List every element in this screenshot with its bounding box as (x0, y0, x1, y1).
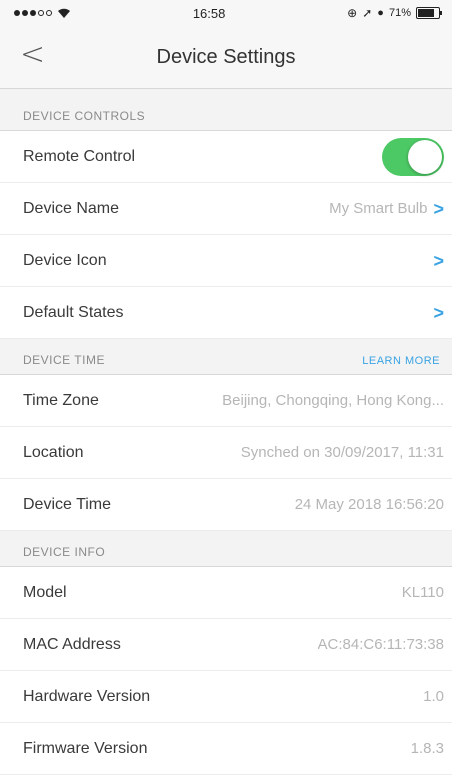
status-left (14, 8, 71, 19)
signal-strength-icon (14, 10, 52, 16)
mac-address-value: AC:84:C6:11:73:38 (317, 636, 444, 653)
section-title: DEVICE CONTROLS (23, 109, 146, 123)
row-model: Model KL110 (0, 567, 452, 619)
battery-percent: 71% (388, 7, 411, 19)
wifi-icon (58, 8, 70, 18)
row-device-time: Device Time 24 May 2018 16:56:20 (0, 479, 452, 531)
row-device-icon[interactable]: Device Icon > (0, 235, 452, 287)
firmware-version-value: 1.8.3 (410, 740, 444, 757)
row-device-name[interactable]: Device Name My Smart Bulb > (0, 183, 452, 235)
status-time: 16:58 (192, 5, 226, 21)
section-title: DEVICE INFO (23, 545, 106, 559)
battery-fill (417, 9, 434, 17)
section-header-device-controls: DEVICE CONTROLS (0, 89, 452, 131)
row-hardware-version: Hardware Version 1.0 (0, 671, 452, 723)
status-right: ⊕ ➚ ● 71% (347, 6, 442, 20)
row-time-zone[interactable]: Time Zone Beijing, Chongqing, Hong Kong.… (0, 375, 452, 427)
chevron-right-icon: > (433, 198, 444, 219)
location-icon: ➚ (362, 6, 373, 20)
device-name-value: My Smart Bulb (329, 200, 428, 217)
nav-bar: < Device Settings (0, 26, 452, 89)
learn-more-link[interactable]: LEARN MORE (362, 355, 440, 367)
row-label: Remote Control (23, 147, 136, 165)
remote-control-toggle[interactable] (382, 137, 444, 176)
row-right: My Smart Bulb > (329, 200, 444, 218)
row-firmware-version: Firmware Version 1.8.3 (0, 723, 452, 775)
row-mac-address: MAC Address AC:84:C6:11:73:38 (0, 619, 452, 671)
row-label: Location (23, 443, 84, 461)
time-zone-value: Beijing, Chongqing, Hong Kong... (222, 392, 444, 409)
row-remote-control: Remote Control (0, 131, 452, 183)
section-title: DEVICE TIME (23, 353, 105, 367)
row-label: MAC Address (23, 635, 121, 653)
chevron-right-icon: > (433, 302, 444, 323)
section-header-device-info: DEVICE INFO (0, 531, 452, 567)
page-title: Device Settings (156, 45, 296, 68)
location-value: Synched on 30/09/2017, 11:31 (240, 444, 444, 461)
row-label: Model (23, 583, 67, 601)
section-header-device-time: DEVICE TIME LEARN MORE (0, 339, 452, 375)
row-label: Default States (23, 303, 124, 321)
battery-icon (415, 7, 442, 19)
row-location[interactable]: Location Synched on 30/09/2017, 11:31 (0, 427, 452, 479)
row-label: Device Icon (23, 251, 107, 269)
model-value: KL110 (401, 584, 444, 601)
row-label: Device Name (23, 199, 120, 217)
row-label: Device Time (23, 495, 112, 513)
row-default-states[interactable]: Default States > (0, 287, 452, 339)
back-chevron-icon[interactable]: < (20, 40, 45, 70)
row-label: Hardware Version (23, 687, 151, 705)
row-label: Firmware Version (23, 739, 148, 757)
device-time-value: 24 May 2018 16:56:20 (294, 496, 444, 513)
toggle-knob (408, 139, 442, 174)
bluetooth-icon: ● (377, 7, 384, 19)
chevron-right-icon: > (433, 250, 444, 271)
row-label: Time Zone (23, 391, 99, 409)
hardware-version-value: 1.0 (423, 688, 444, 705)
lock-rotation-icon: ⊕ (347, 6, 358, 20)
status-bar: 16:58 ⊕ ➚ ● 71% (0, 0, 452, 26)
